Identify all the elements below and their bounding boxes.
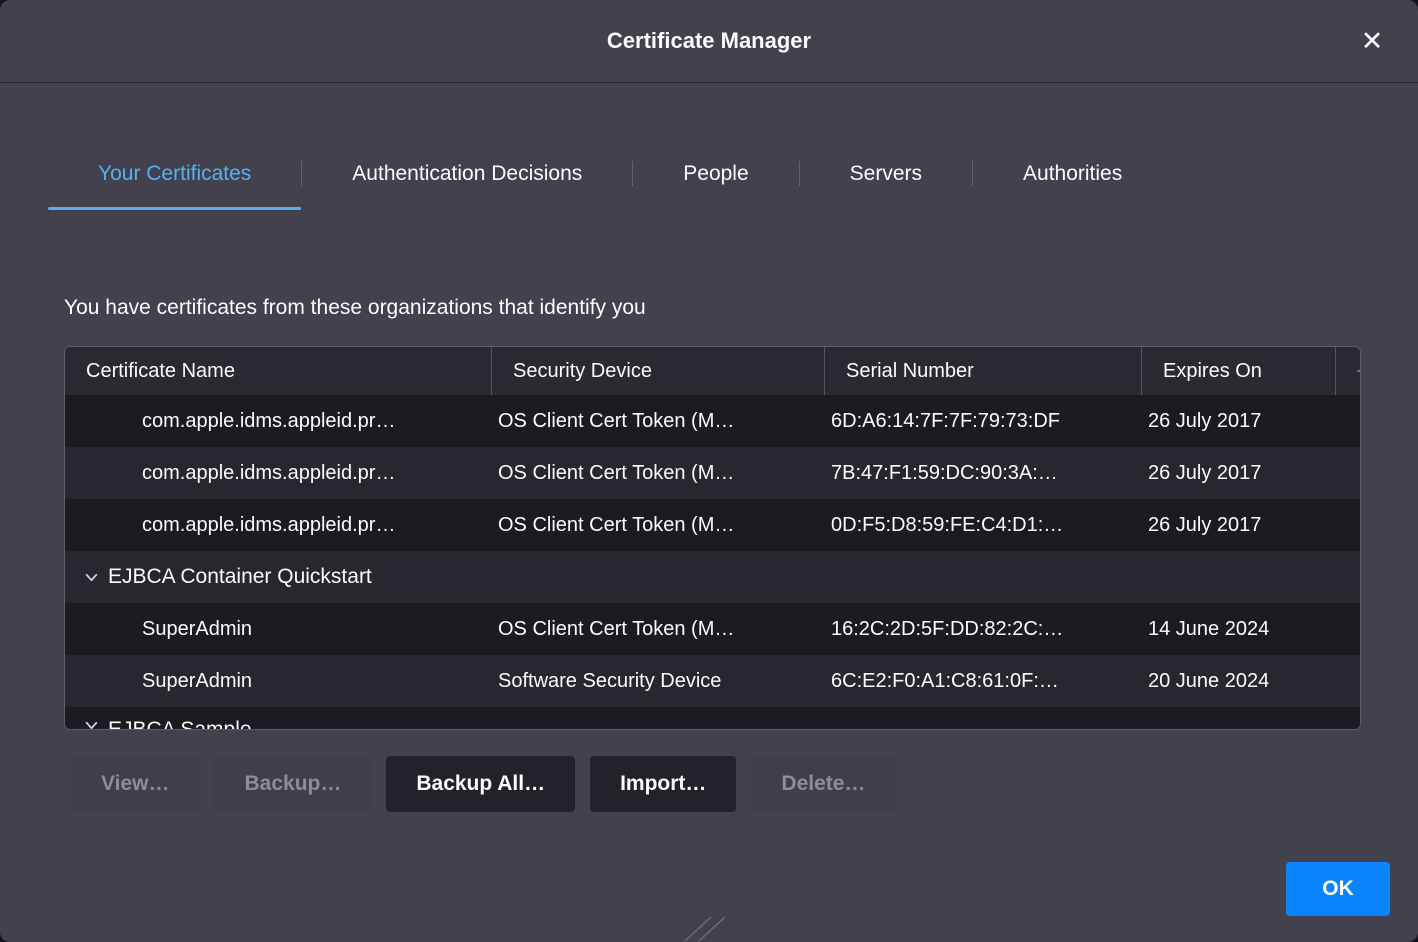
cell-filler — [1336, 603, 1360, 655]
certificate-row[interactable]: SuperAdminSoftware Security Device6C:E2:… — [65, 655, 1360, 707]
view-button[interactable]: View… — [71, 756, 199, 812]
dialog-title: Certificate Manager — [607, 28, 811, 54]
certificate-row[interactable]: com.apple.idms.appleid.pr…OS Client Cert… — [65, 447, 1360, 499]
ok-button[interactable]: OK — [1286, 862, 1390, 916]
column-header-serial-number[interactable]: Serial Number — [825, 347, 1142, 395]
column-picker-icon[interactable] — [1336, 347, 1360, 395]
group-label: EJBCA Sample — [108, 718, 252, 729]
cell-expires: 26 July 2017 — [1142, 447, 1336, 499]
cell-filler — [1336, 499, 1360, 551]
column-header-certificate-name[interactable]: Certificate Name — [65, 347, 492, 395]
close-icon: ✕ — [1361, 26, 1384, 56]
cell-name: SuperAdmin — [65, 603, 492, 655]
tab-authorities[interactable]: Authorities — [973, 145, 1172, 210]
cell-name: com.apple.idms.appleid.pr… — [65, 447, 492, 499]
cell-device: OS Client Cert Token (M… — [492, 447, 825, 499]
tab-people[interactable]: People — [633, 145, 798, 210]
backup-button[interactable]: Backup… — [214, 756, 371, 812]
cell-serial: 7B:47:F1:59:DC:90:3A:… — [825, 447, 1142, 499]
cell-serial: 0D:F5:D8:59:FE:C4:D1:… — [825, 499, 1142, 551]
cell-device: Software Security Device — [492, 655, 825, 707]
cell-name: com.apple.idms.appleid.pr… — [65, 395, 492, 447]
chevron-down-icon[interactable] — [84, 570, 99, 585]
cell-name: com.apple.idms.appleid.pr… — [65, 499, 492, 551]
tab-your-certificates[interactable]: Your Certificates — [48, 145, 301, 210]
cell-serial: 16:2C:2D:5F:DD:82:2C:… — [825, 603, 1142, 655]
description-text: You have certificates from these organiz… — [64, 296, 1418, 320]
table-body: com.apple.idms.appleid.pr…OS Client Cert… — [65, 395, 1360, 729]
cell-device: OS Client Cert Token (M… — [492, 395, 825, 447]
cell-device: OS Client Cert Token (M… — [492, 603, 825, 655]
cell-filler — [1336, 447, 1360, 499]
cell-expires: 14 June 2024 — [1142, 603, 1336, 655]
backup-all-button[interactable]: Backup All… — [386, 756, 575, 812]
column-header-expires-on[interactable]: Expires On — [1142, 347, 1336, 395]
cell-expires: 26 July 2017 — [1142, 499, 1336, 551]
cell-serial: 6D:A6:14:7F:7F:79:73:DF — [825, 395, 1142, 447]
cell-name: SuperAdmin — [65, 655, 492, 707]
titlebar: Certificate Manager ✕ — [0, 0, 1418, 83]
cell-device: OS Client Cert Token (M… — [492, 499, 825, 551]
close-button[interactable]: ✕ — [1350, 19, 1394, 63]
certificates-table: Certificate NameSecurity DeviceSerial Nu… — [64, 346, 1361, 730]
certificate-row[interactable]: com.apple.idms.appleid.pr…OS Client Cert… — [65, 499, 1360, 551]
chevron-down-icon[interactable] — [84, 718, 99, 729]
cell-expires: 26 July 2017 — [1142, 395, 1336, 447]
cell-filler — [1336, 655, 1360, 707]
resize-grip-icon[interactable] — [684, 916, 730, 942]
cell-expires: 20 June 2024 — [1142, 655, 1336, 707]
group-label: EJBCA Container Quickstart — [108, 565, 372, 589]
certificate-manager-dialog: Certificate Manager ✕ Your CertificatesA… — [0, 0, 1418, 942]
table-header: Certificate NameSecurity DeviceSerial Nu… — [65, 347, 1360, 395]
import-button[interactable]: Import… — [590, 756, 736, 812]
cell-filler — [1336, 395, 1360, 447]
tab-authentication-decisions[interactable]: Authentication Decisions — [302, 145, 632, 210]
tab-bar: Your CertificatesAuthentication Decision… — [48, 145, 1370, 210]
certificate-row[interactable]: com.apple.idms.appleid.pr…OS Client Cert… — [65, 395, 1360, 447]
delete-button[interactable]: Delete… — [751, 756, 895, 812]
group-row[interactable]: EJBCA Sample — [65, 707, 1360, 729]
column-header-security-device[interactable]: Security Device — [492, 347, 825, 395]
group-row[interactable]: EJBCA Container Quickstart — [65, 551, 1360, 603]
cell-serial: 6C:E2:F0:A1:C8:61:0F:… — [825, 655, 1142, 707]
action-bar: View… Backup… Backup All… Import… Delete… — [71, 756, 1418, 812]
certificate-row[interactable]: SuperAdminOS Client Cert Token (M…16:2C:… — [65, 603, 1360, 655]
tab-servers[interactable]: Servers — [800, 145, 972, 210]
